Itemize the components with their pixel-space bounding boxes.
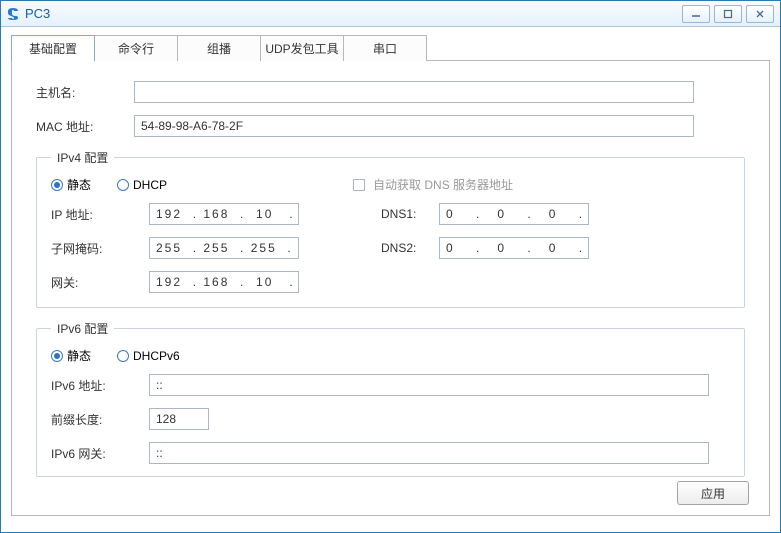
window-title: PC3 xyxy=(25,6,50,21)
ipv4-auto-dns-check[interactable]: 自动获取 DNS 服务器地址 xyxy=(353,176,513,193)
ipv6-gw-input[interactable] xyxy=(149,442,709,464)
ipv4-mode-row: 静态 DHCP 自动获取 DNS 服务器地址 xyxy=(51,176,730,193)
ipv4-ip-label: IP 地址: xyxy=(51,206,141,223)
ipv4-gw-input[interactable] xyxy=(149,271,299,293)
radio-dot-icon xyxy=(117,350,129,362)
ipv6-static-radio[interactable]: 静态 xyxy=(51,347,91,364)
hostname-input[interactable] xyxy=(134,81,694,103)
ipv4-dns2-input[interactable] xyxy=(439,237,589,259)
ipv4-gw-label: 网关: xyxy=(51,274,141,291)
tab-basic[interactable]: 基础配置 xyxy=(11,35,95,61)
mac-label: MAC 地址: xyxy=(36,118,126,135)
tab-panel-basic: 主机名: MAC 地址: IPv4 配置 静态 DHCP xyxy=(11,60,770,516)
ipv6-group: IPv6 配置 静态 DHCPv6 IPv6 地址: 前缀长度: xyxy=(36,320,745,477)
tab-serial[interactable]: 串口 xyxy=(343,35,427,61)
ipv4-ip-input[interactable] xyxy=(149,203,299,225)
ipv6-mode-row: 静态 DHCPv6 xyxy=(51,347,730,364)
tab-label: 命令行 xyxy=(118,40,154,57)
close-button[interactable] xyxy=(746,5,774,23)
row-mac: MAC 地址: xyxy=(36,115,745,137)
ipv6-addr-input[interactable] xyxy=(149,374,709,396)
ipv6-gw-label: IPv6 网关: xyxy=(51,445,141,462)
apply-bar: 应用 xyxy=(677,481,749,505)
ipv4-fields: IP 地址: 子网掩码: 网关: DNS1: xyxy=(51,203,730,297)
maximize-button[interactable] xyxy=(714,5,742,23)
tab-label: 组播 xyxy=(207,40,231,57)
radio-dot-icon xyxy=(51,179,63,191)
ipv6-static-label: 静态 xyxy=(67,347,91,364)
ipv4-auto-dns-label: 自动获取 DNS 服务器地址 xyxy=(373,176,513,193)
ipv4-dns2-label: DNS2: xyxy=(381,241,431,255)
titlebar: PC3 xyxy=(1,1,780,27)
ipv6-prefix-label: 前缀长度: xyxy=(51,411,141,428)
tab-label: 串口 xyxy=(373,40,397,57)
ipv4-dns1-label: DNS1: xyxy=(381,207,431,221)
row-hostname: 主机名: xyxy=(36,81,745,103)
ipv4-dhcp-radio[interactable]: DHCP xyxy=(117,178,167,192)
radio-dot-icon xyxy=(117,179,129,191)
tab-cli[interactable]: 命令行 xyxy=(94,35,178,61)
hostname-label: 主机名: xyxy=(36,84,126,101)
apply-button[interactable]: 应用 xyxy=(677,481,749,505)
ipv4-mask-input[interactable] xyxy=(149,237,299,259)
radio-dot-icon xyxy=(51,350,63,362)
content-area: 基础配置 命令行 组播 UDP发包工具 串口 主机名: MAC 地址: IPv4… xyxy=(1,27,780,522)
ipv6-legend: IPv6 配置 xyxy=(51,320,114,337)
apply-button-label: 应用 xyxy=(701,485,725,502)
ipv4-group: IPv4 配置 静态 DHCP 自动获取 DNS 服务器地址 xyxy=(36,149,745,308)
tab-label: 基础配置 xyxy=(29,40,77,57)
ipv4-static-label: 静态 xyxy=(67,176,91,193)
tab-label: UDP发包工具 xyxy=(265,40,338,57)
ipv6-prefix-input[interactable] xyxy=(149,408,209,430)
tab-udp[interactable]: UDP发包工具 xyxy=(260,35,344,61)
minimize-button[interactable] xyxy=(682,5,710,23)
tabstrip: 基础配置 命令行 组播 UDP发包工具 串口 xyxy=(11,35,770,61)
app-logo-icon xyxy=(5,6,21,22)
ipv6-dhcpv6-radio[interactable]: DHCPv6 xyxy=(117,349,180,363)
ipv4-dns1-input[interactable] xyxy=(439,203,589,225)
ipv6-dhcpv6-label: DHCPv6 xyxy=(133,349,180,363)
ipv4-mask-label: 子网掩码: xyxy=(51,240,141,257)
checkbox-icon xyxy=(353,179,365,191)
tab-multicast[interactable]: 组播 xyxy=(177,35,261,61)
mac-input[interactable] xyxy=(134,115,694,137)
ipv4-dhcp-label: DHCP xyxy=(133,178,167,192)
window-controls xyxy=(682,5,774,23)
ipv4-static-radio[interactable]: 静态 xyxy=(51,176,91,193)
ipv4-legend: IPv4 配置 xyxy=(51,149,114,166)
ipv6-addr-label: IPv6 地址: xyxy=(51,377,141,394)
